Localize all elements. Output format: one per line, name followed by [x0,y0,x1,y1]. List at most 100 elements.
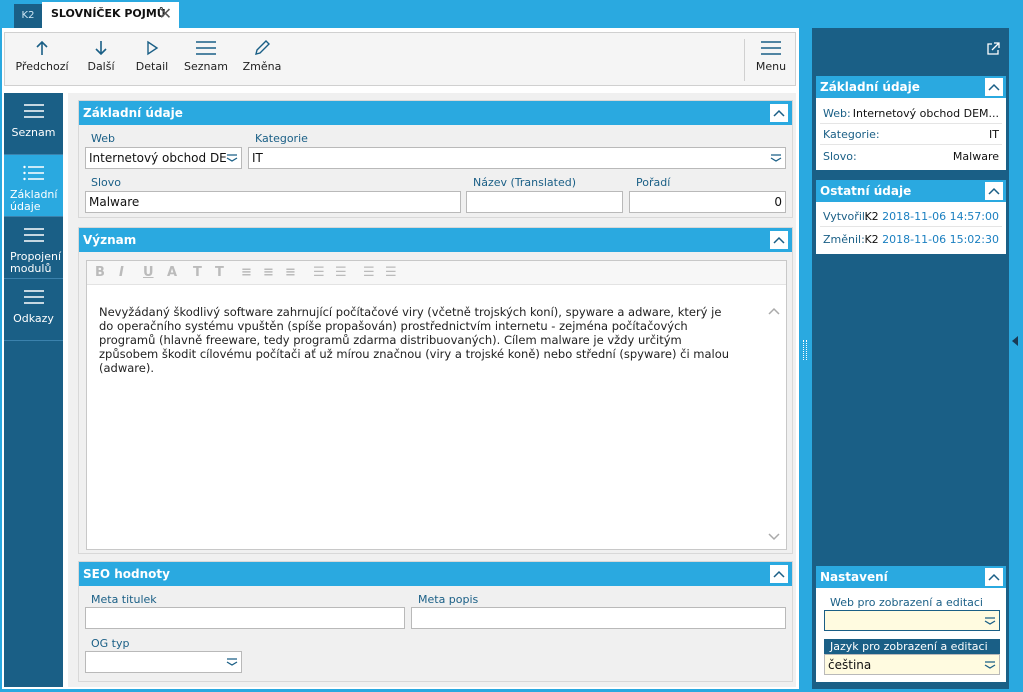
basic-info-section: Základní údaje Web Internetový obchod DE… [78,100,793,218]
tab-title: SLOVNÍČEK POJMŮ [51,7,166,20]
scroll-up-icon[interactable] [768,307,780,315]
italic-icon[interactable]: I [119,265,124,280]
previous-label: Předchozí [15,60,69,73]
arrow-down-icon [95,41,107,56]
popout-icon[interactable] [986,42,1000,56]
settings-section: Nastavení Web pro zobrazení a editaci Ja… [816,566,1006,682]
rich-text-editor[interactable]: B I U A T T ≡ ≡ ≡ ☰ ☰ ☰ ☰ Nevyžádaný ško… [86,260,787,550]
translated-field[interactable] [466,191,623,213]
outdent-icon[interactable]: ☰ [363,265,375,280]
right-word-value: Malware [952,150,999,163]
section-header: Význam [79,228,792,252]
splitter-handle[interactable] [803,340,807,360]
nav-item-basic[interactable]: Základní údaje [4,155,63,217]
toolbar-divider [744,39,745,81]
edit-button[interactable]: Změna [237,33,287,85]
numbered-list-icon[interactable]: ☰ [313,265,325,280]
expand-left-icon[interactable] [1012,336,1018,346]
bullet-list-icon[interactable]: ☰ [335,265,347,280]
language-value: čeština [828,658,872,672]
nav-item-label: Seznam [11,126,56,139]
word-field[interactable]: Malware [85,191,461,213]
chevron-up-icon[interactable] [985,182,1003,200]
list-icon [23,228,44,242]
og-type-field[interactable] [85,651,242,673]
web-value: Internetový obchod DE [89,151,227,165]
tab-k2[interactable]: K2 [14,4,42,28]
list-label: Seznam [184,60,228,73]
meta-desc-label: Meta popis [418,593,479,606]
list-button[interactable]: Seznam [179,33,233,85]
align-center-icon[interactable]: ≡ [263,265,274,280]
order-label: Pořadí [636,176,671,189]
category-field[interactable]: IT [248,147,786,169]
arrow-up-icon [36,40,48,55]
section-header: Základní údaje [79,101,792,125]
section-header: Základní údaje [816,76,1006,98]
right-basic-section: Základní údaje Web: Internetový obchod D… [816,76,1006,170]
tab-glossary[interactable]: SLOVNÍČEK POJMŮ ✕ [42,2,179,28]
translated-label: Název (Translated) [473,176,577,189]
nav-item-list[interactable]: Seznam [4,93,63,155]
created-date: 2018-11-06 14:57:00 [882,210,999,223]
meta-title-label: Meta titulek [91,593,157,606]
increase-font-icon[interactable]: T [215,265,224,280]
align-left-icon[interactable]: ≡ [241,265,252,280]
word-value: Malware [89,195,140,209]
detail-label: Detail [135,60,169,73]
meta-desc-field[interactable] [411,607,786,629]
right-other-section: Ostatní údaje Vytvořil: K2 2018-11-06 14… [816,180,1006,254]
previous-button[interactable]: Předchozí [11,33,73,85]
order-field[interactable]: 0 [629,191,786,213]
meta-title-field[interactable] [85,607,405,629]
decrease-font-icon[interactable]: T [193,265,202,280]
list-icon [23,104,44,118]
section-title: SEO hodnoty [83,567,170,581]
indent-icon[interactable]: ☰ [385,265,397,280]
created-user: K2 [864,210,879,223]
bullet-list-icon [22,165,44,181]
dropdown-icon [226,154,238,162]
chevron-up-icon[interactable] [770,231,788,249]
chevron-up-icon[interactable] [770,104,788,122]
created-label: Vytvořil: [823,210,869,223]
section-title: Nastavení [820,570,888,584]
dropdown-icon [984,661,996,669]
detail-button[interactable]: Detail [129,33,175,85]
underline-icon[interactable]: U [143,265,154,280]
menu-button[interactable]: Menu [749,33,793,85]
right-word-label: Slovo: [823,150,857,163]
align-right-icon[interactable]: ≡ [285,265,296,280]
font-color-icon[interactable]: A [167,265,177,280]
chevron-up-icon[interactable] [985,568,1003,586]
web-edit-field[interactable] [824,610,1000,631]
web-label: Web [91,132,115,145]
og-type-label: OG typ [91,637,130,650]
menu-label: Menu [755,60,787,73]
list-icon [23,290,44,304]
section-header: SEO hodnoty [79,562,792,586]
nav-item-references[interactable]: Odkazy [4,279,63,341]
nav-item-label: Základní údaje [10,188,58,213]
section-title: Ostatní údaje [820,184,912,198]
next-button[interactable]: Další [75,33,127,85]
chevron-up-icon[interactable] [985,78,1003,96]
web-field[interactable]: Internetový obchod DE [85,147,242,169]
close-icon[interactable]: ✕ [159,2,172,26]
pencil-icon [255,40,270,55]
play-icon [147,40,159,56]
section-title: Základní údaje [83,106,183,120]
nav-item-links[interactable]: Propojení modulů [4,217,63,279]
edit-label: Změna [242,60,282,73]
category-label: Kategorie [255,132,308,145]
language-field[interactable]: čeština [824,654,1000,675]
created-value: K2 2018-11-06 14:57:00 [864,210,999,223]
word-label: Slovo [91,176,122,189]
right-category-label: Kategorie: [823,128,880,141]
meaning-text[interactable]: Nevyžádaný škodlivý software zahrnující … [99,305,739,375]
scroll-down-icon[interactable] [768,533,780,541]
section-header: Ostatní údaje [816,180,1006,202]
seo-section: SEO hodnoty Meta titulek Meta popis OG t… [78,561,793,682]
chevron-up-icon[interactable] [770,565,788,583]
bold-icon[interactable]: B [95,265,105,280]
